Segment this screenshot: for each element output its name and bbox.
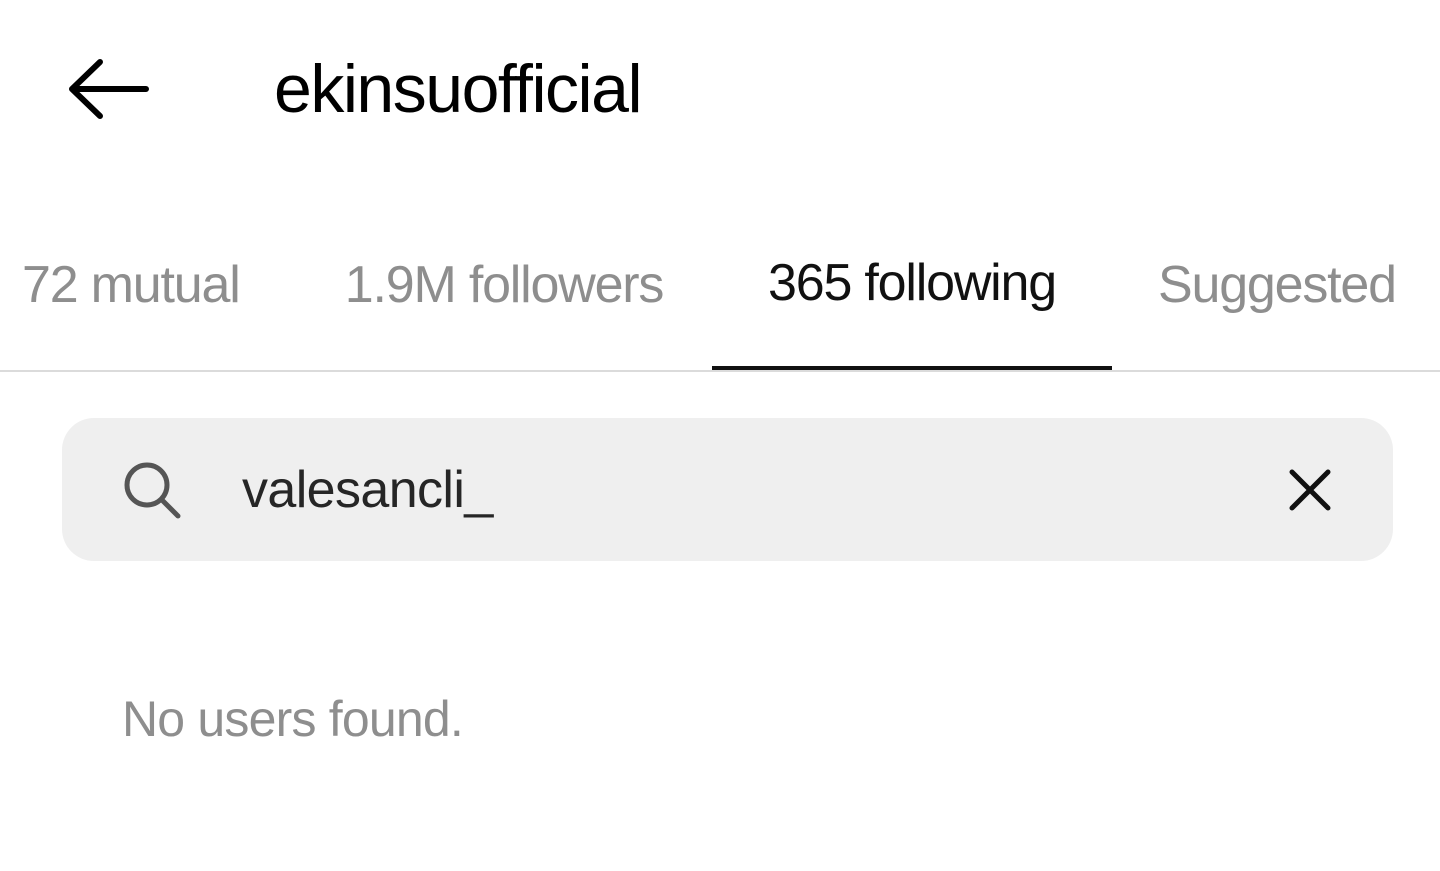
search-input[interactable] — [242, 447, 1222, 533]
clear-search-button[interactable] — [1270, 450, 1350, 530]
tab-followers-label: 1.9M followers — [344, 256, 665, 314]
tab-bar: 72 mutual 1.9M followers 365 following S… — [0, 200, 1440, 372]
arrow-left-icon — [69, 59, 149, 119]
back-button[interactable] — [52, 44, 162, 134]
tab-mutual-label: 72 mutual — [22, 256, 241, 314]
empty-results-message: No users found. — [122, 691, 464, 747]
search-icon — [124, 462, 181, 519]
close-icon — [1289, 469, 1331, 511]
tab-followers[interactable]: 1.9M followers — [318, 200, 690, 370]
tab-following[interactable]: 365 following — [712, 200, 1112, 370]
tab-following-label: 365 following — [768, 254, 1057, 312]
tab-mutual[interactable]: 72 mutual — [0, 200, 282, 370]
header: ekinsuofficial — [0, 0, 1440, 180]
page-title: ekinsuofficial — [274, 51, 643, 127]
tab-suggested[interactable]: Suggested — [1138, 200, 1440, 370]
tab-suggested-label: Suggested — [1158, 256, 1397, 314]
